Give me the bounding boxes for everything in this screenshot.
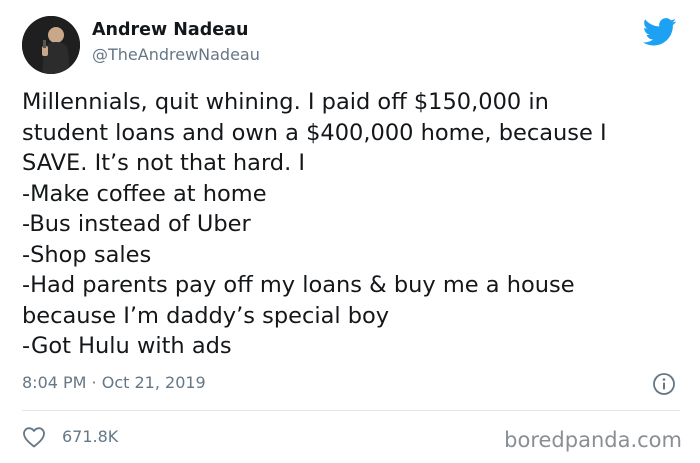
twitter-bird-icon[interactable]: [643, 18, 677, 46]
tweet-line: -Got Hulu with ads: [22, 333, 232, 359]
tweet-line: Millennials, quit whining. I paid off $1…: [22, 89, 549, 115]
watermark: boredpanda.com: [504, 428, 682, 452]
tweet-line: student loans and own a $400,000 home, b…: [22, 119, 607, 146]
avatar[interactable]: [22, 16, 80, 74]
tweet-line: because I’m daddy’s special boy: [22, 302, 390, 329]
author-handle[interactable]: @TheAndrewNadeau: [92, 45, 260, 64]
divider: [22, 410, 680, 411]
author-display-name[interactable]: Andrew Nadeau: [92, 20, 248, 40]
tweet-line: SAVE. It’s not that hard. I: [22, 150, 306, 176]
tweet-text: Millennials, quit whining. I paid off $1…: [22, 87, 682, 362]
tweet-line: -Shop sales: [22, 241, 152, 268]
info-icon[interactable]: [652, 372, 676, 396]
tweet-line: -Bus instead of Uber: [22, 211, 251, 237]
tweet-line: -Make coffee at home: [22, 180, 267, 207]
like-count[interactable]: 671.8K: [62, 427, 118, 446]
avatar-photo: [22, 16, 80, 74]
heart-icon[interactable]: [22, 426, 46, 448]
tweet-line: -Had parents pay off my loans & buy me a…: [22, 272, 575, 298]
tweet-timestamp[interactable]: 8:04 PM · Oct 21, 2019: [22, 373, 206, 392]
